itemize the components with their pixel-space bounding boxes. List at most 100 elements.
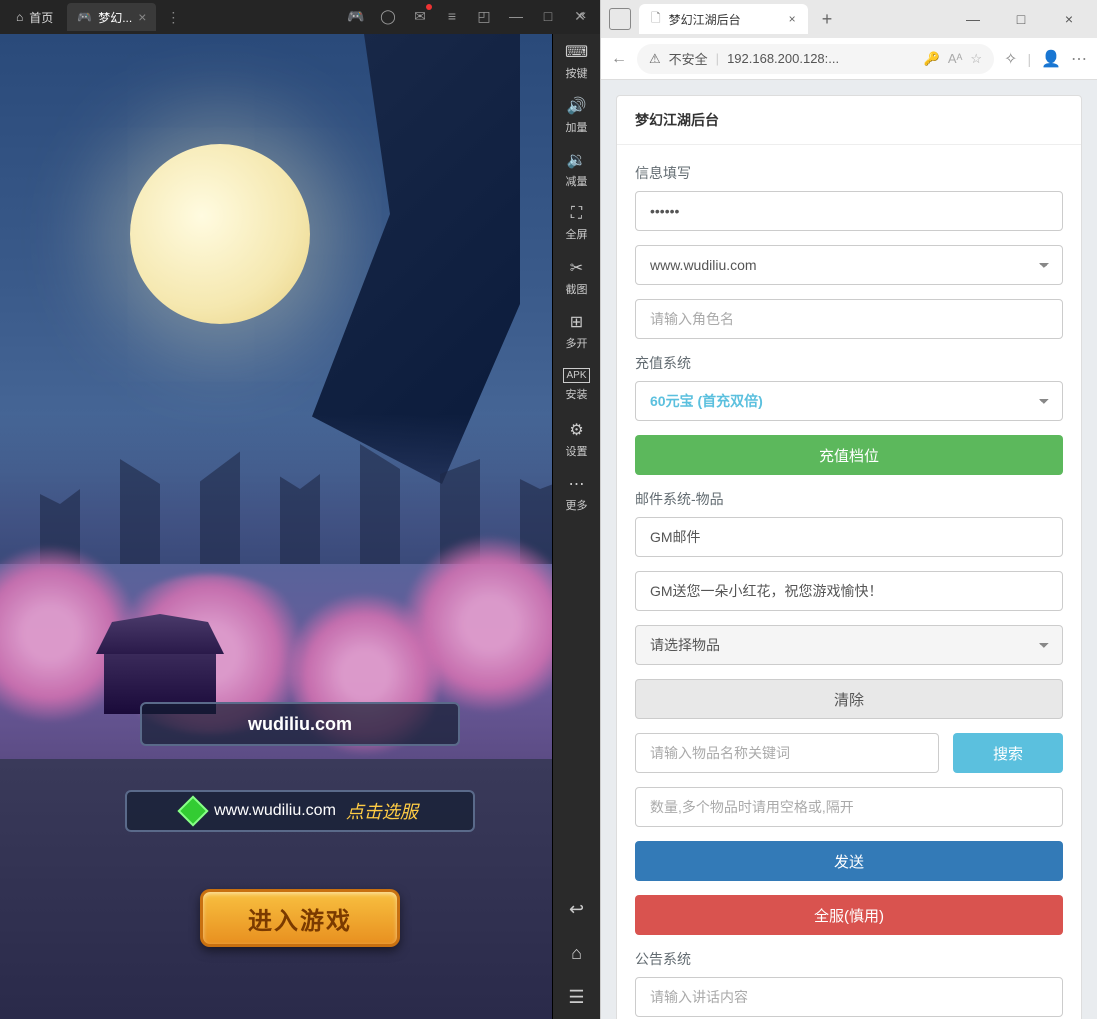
nav-recent[interactable]: ☰	[553, 975, 600, 1019]
tool-multi-label: 多开	[566, 335, 588, 351]
browser-tab[interactable]: 🗋 梦幻江湖后台 ×	[639, 4, 808, 34]
tool-settings[interactable]: ⚙设置	[553, 412, 600, 466]
tool-volume-down[interactable]: 🔉 减量	[553, 142, 600, 196]
collapse-sidebar-icon[interactable]: «	[578, 6, 586, 22]
browser-window: 🗋 梦幻江湖后台 × + — □ × ← ⚠ 不安全 | 192.168.200…	[600, 0, 1097, 1019]
tool-screenshot[interactable]: ✂截图	[553, 250, 600, 304]
account-text: wudiliu.com	[248, 714, 352, 735]
role-input[interactable]	[635, 299, 1063, 339]
recharge-select[interactable]: 60元宝 (首充双倍)	[635, 381, 1063, 421]
volume-up-icon: 🔊	[567, 96, 587, 116]
multi-icon: ⊞	[570, 312, 583, 332]
game-viewport: wudiliu.com www.wudiliu.com 点击选服 进入游戏	[0, 34, 600, 1019]
back-icon: ↩	[569, 899, 584, 920]
tool-volume-up[interactable]: 🔊 加量	[553, 88, 600, 142]
profile-icon[interactable]: 👤	[1041, 49, 1061, 69]
browser-close[interactable]: ×	[1049, 4, 1089, 34]
minimize-icon[interactable]: —	[506, 6, 526, 26]
browser-minimize[interactable]: —	[953, 4, 993, 34]
server-url: www.wudiliu.com	[214, 802, 336, 820]
extensions-icon[interactable]: ✧	[1004, 49, 1017, 69]
nav-back-icon[interactable]: ←	[611, 50, 627, 68]
tab-game[interactable]: 🎮 梦幻... ×	[67, 3, 156, 31]
emulator-sidebar: ⌨按键 🔊加量 🔉减量 ⛶全屏 ✂截图 ⊞多开 APK安装 ⚙设置 ⋯更多 ↩ …	[552, 34, 600, 1019]
tool-more-label: 更多	[566, 497, 588, 513]
password-input[interactable]	[635, 191, 1063, 231]
warning-icon: ⚠	[649, 51, 661, 67]
quantity-input[interactable]	[635, 787, 1063, 827]
send-button[interactable]: 发送	[635, 841, 1063, 881]
enter-game-label: 进入游戏	[248, 901, 352, 936]
read-icon[interactable]: Aᴬ	[948, 51, 963, 66]
tool-more[interactable]: ⋯ 更多	[553, 466, 600, 520]
user-icon[interactable]: ◯	[378, 6, 398, 26]
browser-maximize[interactable]: □	[1001, 4, 1041, 34]
fullscreen-icon: ⛶	[571, 205, 582, 223]
maximize-icon[interactable]: □	[538, 6, 558, 26]
browser-titlebar: 🗋 梦幻江湖后台 × + — □ ×	[601, 0, 1097, 38]
game-icon: 🎮	[77, 10, 92, 24]
tab-home-label: 首页	[29, 9, 53, 26]
insecure-label: 不安全	[669, 49, 708, 68]
server-action: 点击选服	[346, 798, 418, 824]
keyboard-icon: ⌨	[565, 42, 588, 62]
keyword-input[interactable]	[635, 733, 939, 773]
mail-body-input[interactable]	[635, 571, 1063, 611]
new-tab-button[interactable]: +	[816, 9, 839, 30]
browser-tab-title: 梦幻江湖后台	[669, 11, 741, 28]
apk-icon: APK	[563, 368, 589, 383]
tool-fullscreen[interactable]: ⛶ 全屏	[553, 196, 600, 250]
server-box[interactable]: www.wudiliu.com 点击选服	[125, 790, 475, 832]
window-icon[interactable]: ◰	[474, 6, 494, 26]
item-select[interactable]: 请选择物品	[635, 625, 1063, 665]
mail-icon[interactable]: ✉	[410, 6, 430, 26]
tool-keys[interactable]: ⌨ 按键	[553, 34, 600, 88]
mail-title-input[interactable]	[635, 517, 1063, 557]
gamepad-icon[interactable]: 🎮	[346, 6, 366, 26]
moon-graphic	[130, 144, 310, 324]
tool-volup-label: 加量	[566, 119, 588, 135]
tool-install-label: 安装	[566, 386, 588, 402]
server-select[interactable]: www.wudiliu.com	[635, 245, 1063, 285]
panel-title: 梦幻江湖后台	[617, 96, 1081, 145]
home-nav-icon: ⌂	[571, 943, 582, 964]
allserver-button[interactable]: 全服(慎用)	[635, 895, 1063, 935]
search-button[interactable]: 搜索	[953, 733, 1063, 773]
tab-game-label: 梦幻...	[98, 9, 132, 26]
menu-dots-icon[interactable]: ⋯	[1071, 49, 1087, 69]
account-box[interactable]: wudiliu.com	[140, 702, 460, 746]
tool-fullscreen-label: 全屏	[566, 226, 588, 242]
browser-content: 梦幻江湖后台 信息填写 www.wudiliu.com 充值系统 60元宝 (首…	[601, 80, 1097, 1019]
tool-voldown-label: 减量	[566, 173, 588, 189]
key-icon[interactable]: 🔑	[924, 51, 940, 67]
tab-home[interactable]: ⌂ 首页	[6, 3, 63, 31]
tab-overview-icon[interactable]	[609, 8, 631, 30]
nav-home[interactable]: ⌂	[553, 931, 600, 975]
server-status-icon	[178, 795, 209, 826]
tab-menu-icon[interactable]: ⋮	[166, 9, 180, 26]
menu-icon[interactable]: ≡	[442, 6, 462, 26]
close-icon[interactable]: ×	[138, 9, 146, 25]
favorite-icon[interactable]: ☆	[970, 51, 982, 67]
tab-close-icon[interactable]: ×	[789, 12, 796, 26]
emulator-topbar: 🎮 ◯ ✉ ≡ ◰ — □ ✕	[336, 0, 600, 32]
volume-down-icon: 🔉	[567, 150, 587, 170]
browser-address-bar: ← ⚠ 不安全 | 192.168.200.128:... 🔑 Aᴬ ☆ ✧ |…	[601, 38, 1097, 80]
emulator-window: ⌂ 首页 🎮 梦幻... × ⋮ 🎮 ◯ ✉ ≡ ◰ — □ ✕ wudiliu…	[0, 0, 600, 1019]
announce-label: 公告系统	[635, 949, 1063, 969]
tool-install[interactable]: APK 安装	[553, 358, 600, 412]
recharge-button[interactable]: 充值档位	[635, 435, 1063, 475]
nav-back[interactable]: ↩	[553, 887, 600, 931]
info-label: 信息填写	[635, 163, 1063, 183]
announce-content-input[interactable]	[635, 977, 1063, 1017]
url-text: 192.168.200.128:...	[727, 51, 916, 66]
scissors-icon: ✂	[570, 258, 583, 278]
enter-game-button[interactable]: 进入游戏	[200, 889, 400, 947]
more-icon: ⋯	[569, 474, 585, 494]
tool-multi[interactable]: ⊞ 多开	[553, 304, 600, 358]
clear-button[interactable]: 清除	[635, 679, 1063, 719]
tool-keys-label: 按键	[566, 65, 588, 81]
recent-icon: ☰	[568, 987, 584, 1008]
url-input[interactable]: ⚠ 不安全 | 192.168.200.128:... 🔑 Aᴬ ☆	[637, 44, 994, 74]
admin-panel: 梦幻江湖后台 信息填写 www.wudiliu.com 充值系统 60元宝 (首…	[616, 95, 1082, 1019]
